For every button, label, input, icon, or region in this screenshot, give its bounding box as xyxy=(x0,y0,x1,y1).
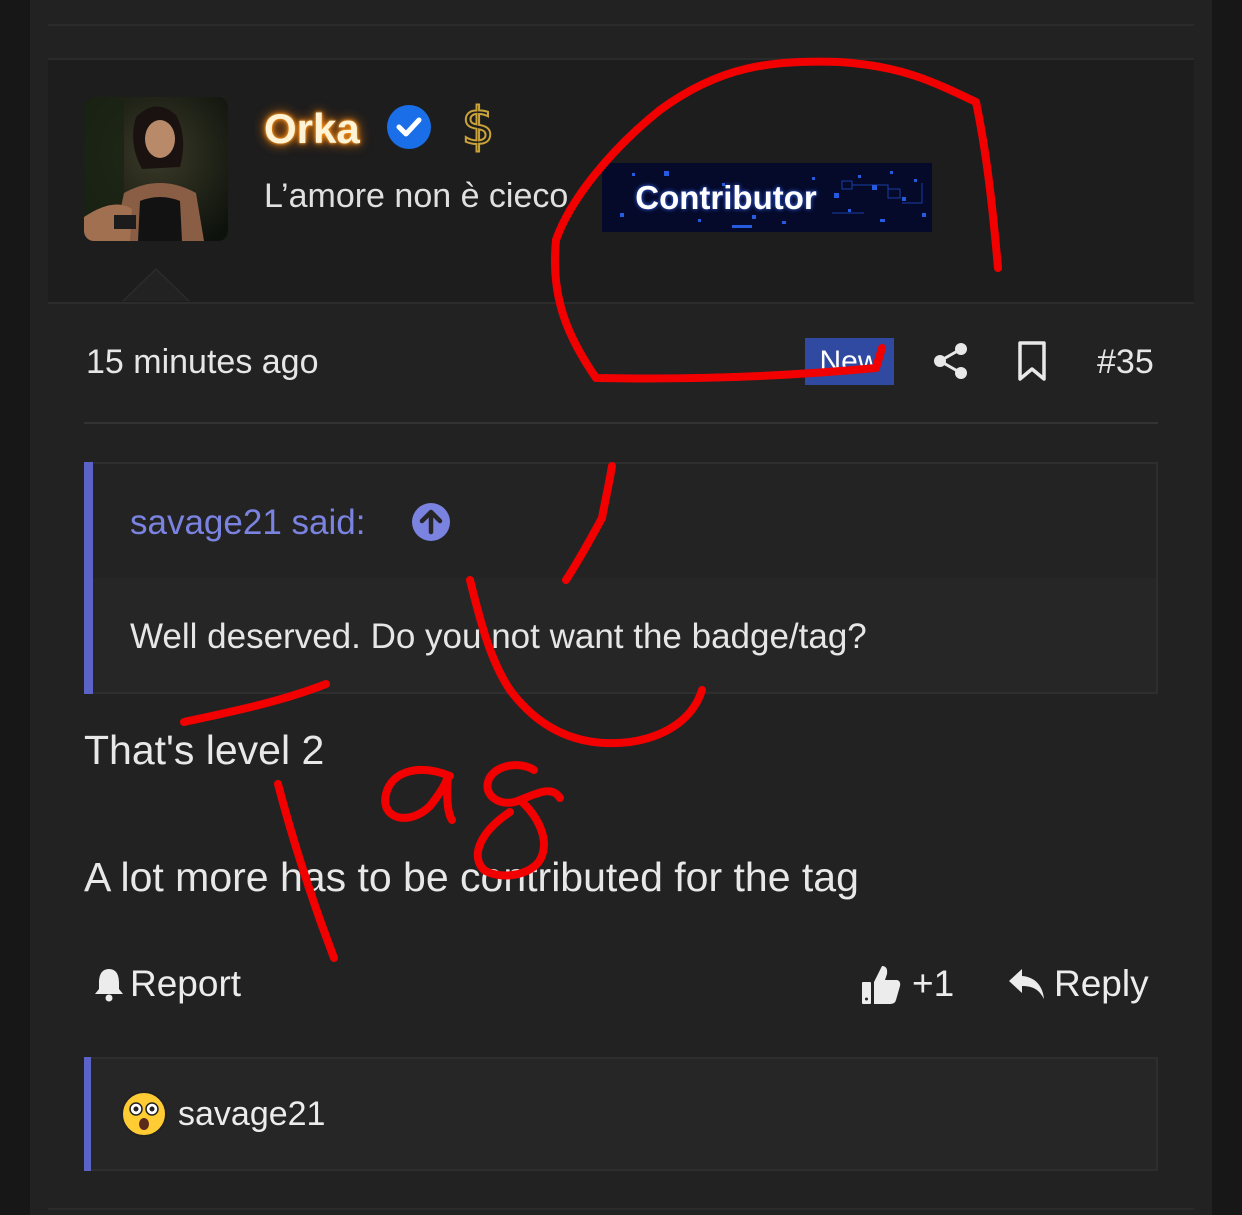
new-badge: New xyxy=(805,338,894,385)
astonished-emoji-icon xyxy=(120,1090,168,1138)
report-label: Report xyxy=(130,963,242,1004)
reply-button[interactable]: Reply xyxy=(1008,962,1149,1006)
banner-label: Contributor xyxy=(635,179,817,216)
reply-label: Reply xyxy=(1054,963,1149,1004)
divider xyxy=(84,422,1158,424)
like-count: +1 xyxy=(912,963,955,1004)
report-button[interactable]: Report xyxy=(92,962,241,1006)
bookmark-icon[interactable] xyxy=(1013,340,1051,382)
like-button[interactable]: +1 xyxy=(860,960,954,1008)
user-banner-contributor: Contributor xyxy=(602,163,932,232)
divider xyxy=(48,1208,1194,1210)
share-icon[interactable] xyxy=(930,340,972,382)
dollar-icon: $ xyxy=(458,96,498,158)
arrow-up-circle-icon[interactable] xyxy=(412,503,450,541)
thumbs-up-icon xyxy=(862,966,901,1004)
verified-icon xyxy=(386,104,432,150)
quote-text: Well deserved. Do you not want the badge… xyxy=(130,617,867,656)
quote-author-link[interactable]: savage21 said: xyxy=(130,502,365,544)
post-number[interactable]: #35 xyxy=(1097,342,1154,382)
post-timestamp[interactable]: 15 minutes ago xyxy=(86,342,319,382)
divider xyxy=(48,24,1194,26)
username[interactable]: Orka xyxy=(264,104,360,154)
post-body-line: A lot more has to be contributed for the… xyxy=(84,854,859,900)
post-body-line: That's level 2 xyxy=(84,727,325,773)
svg-text:$: $ xyxy=(461,97,494,154)
header-pointer xyxy=(122,268,190,301)
reactions-accent-bar xyxy=(84,1057,91,1171)
reaction-user[interactable]: savage21 xyxy=(178,1094,325,1134)
reply-icon xyxy=(1009,969,1044,999)
bell-icon xyxy=(95,969,123,1002)
quote-accent-bar xyxy=(84,462,93,694)
user-title: L’amore non è cieco xyxy=(264,177,569,215)
avatar[interactable] xyxy=(84,97,228,241)
